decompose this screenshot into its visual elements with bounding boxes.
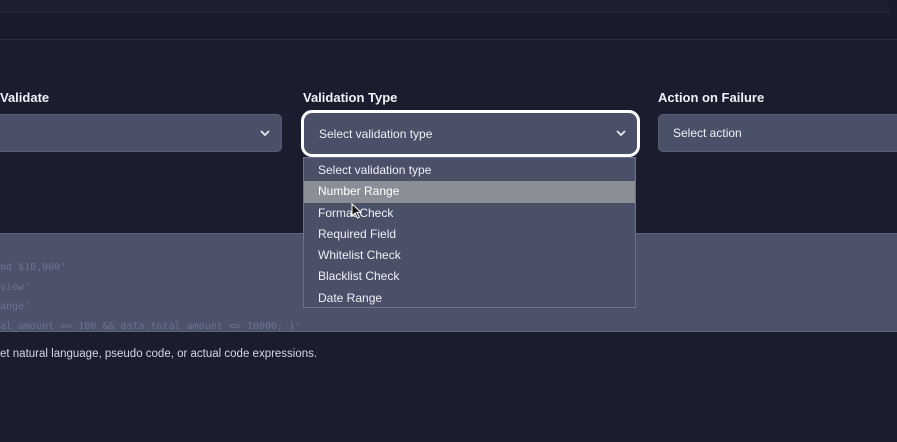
validation-type-value: Select validation type (319, 126, 433, 141)
mouse-cursor-icon (351, 202, 363, 224)
code-line: ange' (0, 301, 31, 312)
option-number-range[interactable]: Number Range (304, 181, 635, 203)
option-whitelist-check[interactable]: Whitelist Check (304, 245, 635, 266)
action-on-failure-select[interactable]: Select action (658, 114, 897, 152)
field-to-validate-select[interactable] (0, 114, 282, 152)
code-line: al_amount >= 100 && data.total_amount <=… (0, 321, 302, 332)
validation-type-label: Validation Type (303, 90, 398, 105)
field-to-validate-label: Validate (0, 90, 50, 105)
validation-type-dropdown: Select validation type Number Range Form… (303, 157, 636, 308)
top-bar (0, 0, 897, 40)
option-blacklist-check[interactable]: Blacklist Check (304, 266, 635, 287)
window-frame (0, 0, 890, 13)
code-line: nd $10,000' (0, 262, 67, 273)
code-line: view' (0, 282, 31, 293)
action-on-failure-value: Select action (673, 126, 742, 140)
action-on-failure-label: Action on Failure (658, 90, 765, 105)
helper-text: et natural language, pseudo code, or act… (0, 348, 318, 360)
option-date-range[interactable]: Date Range (304, 288, 635, 309)
option-select-validation-type[interactable]: Select validation type (304, 160, 635, 181)
chevron-down-icon (613, 126, 629, 142)
validation-type-select[interactable]: Select validation type (301, 110, 640, 157)
option-required-field[interactable]: Required Field (304, 224, 635, 245)
chevron-down-icon (257, 125, 273, 141)
